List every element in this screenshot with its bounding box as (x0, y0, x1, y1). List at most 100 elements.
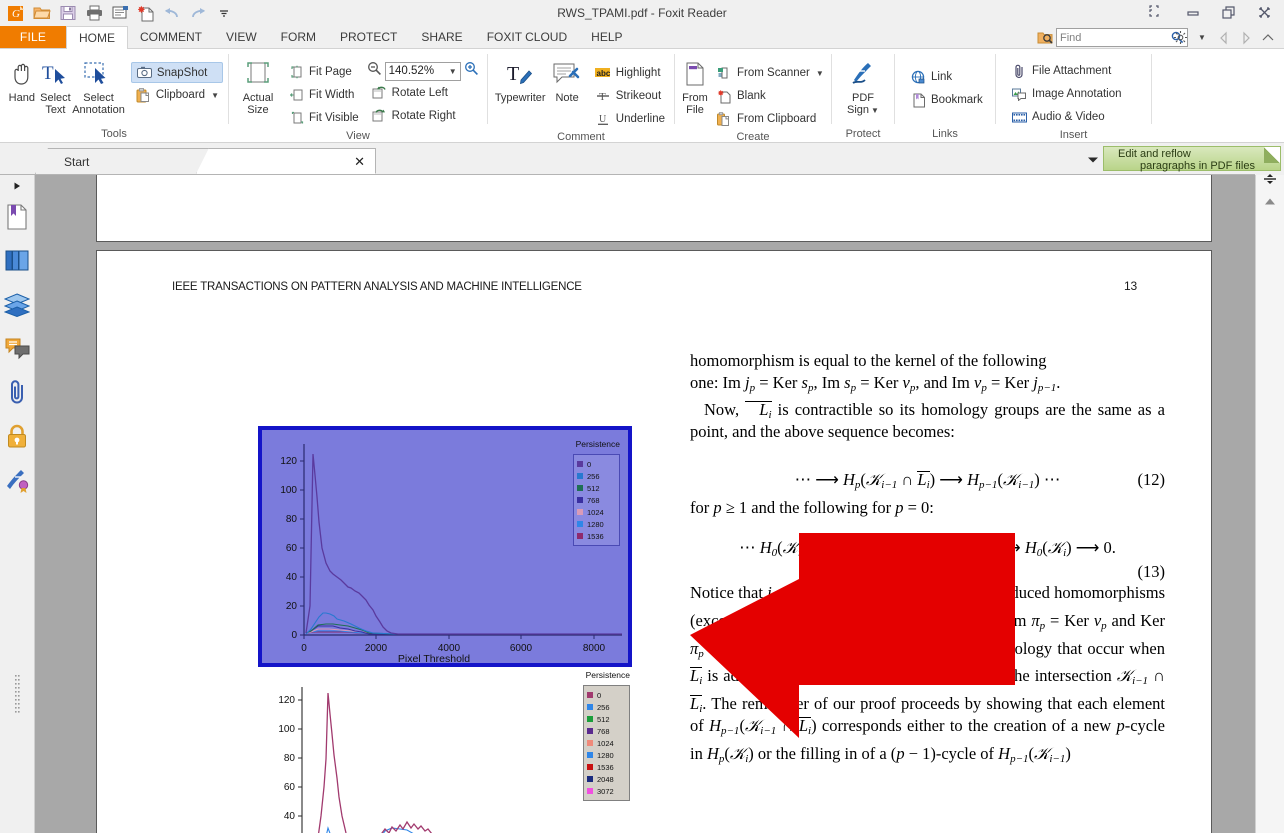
legend-item: 1536 (587, 761, 626, 773)
menu-share[interactable]: SHARE (409, 26, 474, 48)
fit-page-button[interactable]: Fit Page (284, 61, 363, 83)
vertical-scrollbar[interactable] (1255, 174, 1284, 833)
settings-gear-icon[interactable] (1170, 28, 1190, 47)
select-annotation-button[interactable]: Select Annotation (72, 54, 125, 116)
fit-visible-label: Fit Visible (309, 112, 359, 124)
customize-icon[interactable] (212, 2, 236, 24)
sidebar-item-bookmarks[interactable] (0, 197, 34, 241)
redo-icon[interactable] (186, 2, 210, 24)
blank-page-button[interactable]: Blank (712, 85, 828, 107)
save-icon[interactable] (56, 2, 80, 24)
scroll-up-button[interactable] (1256, 191, 1284, 211)
legend-item: 512 (587, 713, 626, 725)
undo-icon[interactable] (160, 2, 184, 24)
bookmark-page-icon (5, 203, 29, 235)
close-icon[interactable] (1250, 1, 1280, 25)
sidebar-item-signatures[interactable] (0, 461, 34, 505)
email-icon[interactable] (108, 2, 132, 24)
chevron-down-icon[interactable]: ▼ (816, 69, 824, 78)
chevron-down-icon[interactable]: ▼ (211, 91, 219, 100)
typewriter-button[interactable]: T Typewriter (493, 54, 547, 104)
chevron-down-icon[interactable]: ▼ (449, 67, 457, 76)
select-text-button[interactable]: T Select Text (39, 54, 73, 116)
snapshot-button[interactable]: SnapShot (130, 62, 223, 83)
image-annotation-button[interactable]: Image Annotation (1007, 83, 1126, 105)
underline-button[interactable]: U Underline (591, 108, 669, 130)
legend-swatch (587, 704, 593, 710)
legend-item: 256 (587, 701, 626, 713)
tab-overflow-button[interactable] (1082, 150, 1104, 170)
sidebar-item-pages[interactable] (0, 241, 34, 285)
audio-video-button[interactable]: Audio & Video (1007, 106, 1126, 128)
tab-start[interactable]: Start (35, 148, 215, 174)
legend-swatch (577, 533, 583, 539)
promo-banner[interactable]: Edit and reflow paragraphs in PDF files (1103, 146, 1281, 172)
strikeout-button[interactable]: T Strikeout (591, 85, 669, 107)
svg-text:120: 120 (280, 456, 297, 467)
menu-home[interactable]: HOME (66, 26, 128, 49)
file-attachment-button[interactable]: File Attachment (1007, 60, 1126, 82)
document-viewport[interactable]: IEEE TRANSACTIONS ON PATTERN ANALYSIS AN… (35, 175, 1255, 833)
sidebar-item-security[interactable] (0, 417, 34, 461)
select-annotation-label-l1: Select (83, 92, 114, 104)
legend-label: 0 (587, 459, 592, 469)
open-icon[interactable] (30, 2, 54, 24)
pdf-sign-button[interactable]: PDF Sign ▼ (837, 54, 889, 117)
fullscreen-icon[interactable] (1142, 1, 1172, 25)
legend-swatch (587, 716, 593, 722)
foxit-logo-icon[interactable]: G (4, 2, 28, 24)
minimize-icon[interactable] (1178, 1, 1208, 25)
close-icon[interactable]: ✕ (354, 154, 365, 170)
legend-swatch (577, 473, 583, 479)
search-scope-icon[interactable] (1034, 28, 1056, 47)
svg-text:6000: 6000 (510, 643, 533, 654)
hand-tool-button[interactable]: Hand (5, 54, 39, 104)
note-button[interactable]: Note (547, 54, 586, 104)
new-from-file-icon[interactable] (134, 2, 158, 24)
menu-form[interactable]: FORM (269, 26, 328, 48)
collapse-ribbon-icon[interactable] (1258, 28, 1278, 47)
clipboard-button[interactable]: Clipboard ▼ (131, 84, 223, 106)
scroll-split-handle[interactable] (1256, 168, 1284, 190)
menu-foxit-cloud[interactable]: FOXIT CLOUD (475, 26, 579, 48)
menu-protect[interactable]: PROTECT (328, 26, 409, 48)
para1-line2: one: Im jp = Ker sp, Im sp = Ker vp, and… (690, 372, 1061, 394)
sidebar-item-layers[interactable] (0, 285, 34, 329)
fit-width-button[interactable]: Fit Width (284, 84, 363, 106)
print-icon[interactable] (82, 2, 106, 24)
sidebar-item-attachments[interactable] (0, 373, 34, 417)
previous-view-icon[interactable] (1214, 28, 1234, 47)
chevron-down-icon[interactable]: ▼ (871, 106, 879, 115)
from-scanner-button[interactable]: From Scanner ▼ (712, 62, 828, 84)
menu-file[interactable]: FILE (0, 26, 66, 48)
navigation-rail (0, 175, 35, 833)
from-clipboard-button[interactable]: From Clipboard (712, 108, 828, 130)
sidebar-item-comments[interactable] (0, 329, 34, 373)
panel-toggle-button[interactable] (0, 175, 34, 197)
fit-visible-button[interactable]: Fit Visible (284, 107, 363, 129)
next-view-icon[interactable] (1236, 28, 1256, 47)
zoom-in-icon[interactable] (464, 61, 479, 81)
link-button[interactable]: Link (906, 66, 987, 88)
highlight-button[interactable]: abc Highlight (591, 62, 669, 84)
zoom-input[interactable]: 140.52% ▼ (384, 61, 461, 81)
zoom-out-icon[interactable] (367, 61, 382, 81)
typewriter-icon: T (504, 57, 536, 91)
rail-resize-grip[interactable] (14, 675, 21, 715)
rotate-right-button[interactable]: Rotate Right (367, 105, 479, 127)
legend-label: 1536 (587, 531, 604, 541)
menu-help[interactable]: HELP (579, 26, 634, 48)
bookmark-button[interactable]: Bookmark (906, 89, 987, 111)
search-input[interactable]: Find (1056, 28, 1188, 47)
from-file-button[interactable]: From File (680, 54, 710, 116)
tab-document[interactable]: ✕ (196, 148, 376, 174)
rotate-left-button[interactable]: Rotate Left (367, 82, 479, 104)
settings-caret-icon[interactable]: ▼ (1192, 28, 1212, 47)
legend-label: 512 (587, 483, 600, 493)
tab-start-label: Start (64, 154, 90, 169)
menu-comment[interactable]: COMMENT (128, 26, 214, 48)
actual-size-button[interactable]: Actual Size (234, 54, 282, 116)
zoom-value: 140.52% (388, 65, 435, 77)
maximize-icon[interactable] (1214, 1, 1244, 25)
menu-view[interactable]: VIEW (214, 26, 269, 48)
